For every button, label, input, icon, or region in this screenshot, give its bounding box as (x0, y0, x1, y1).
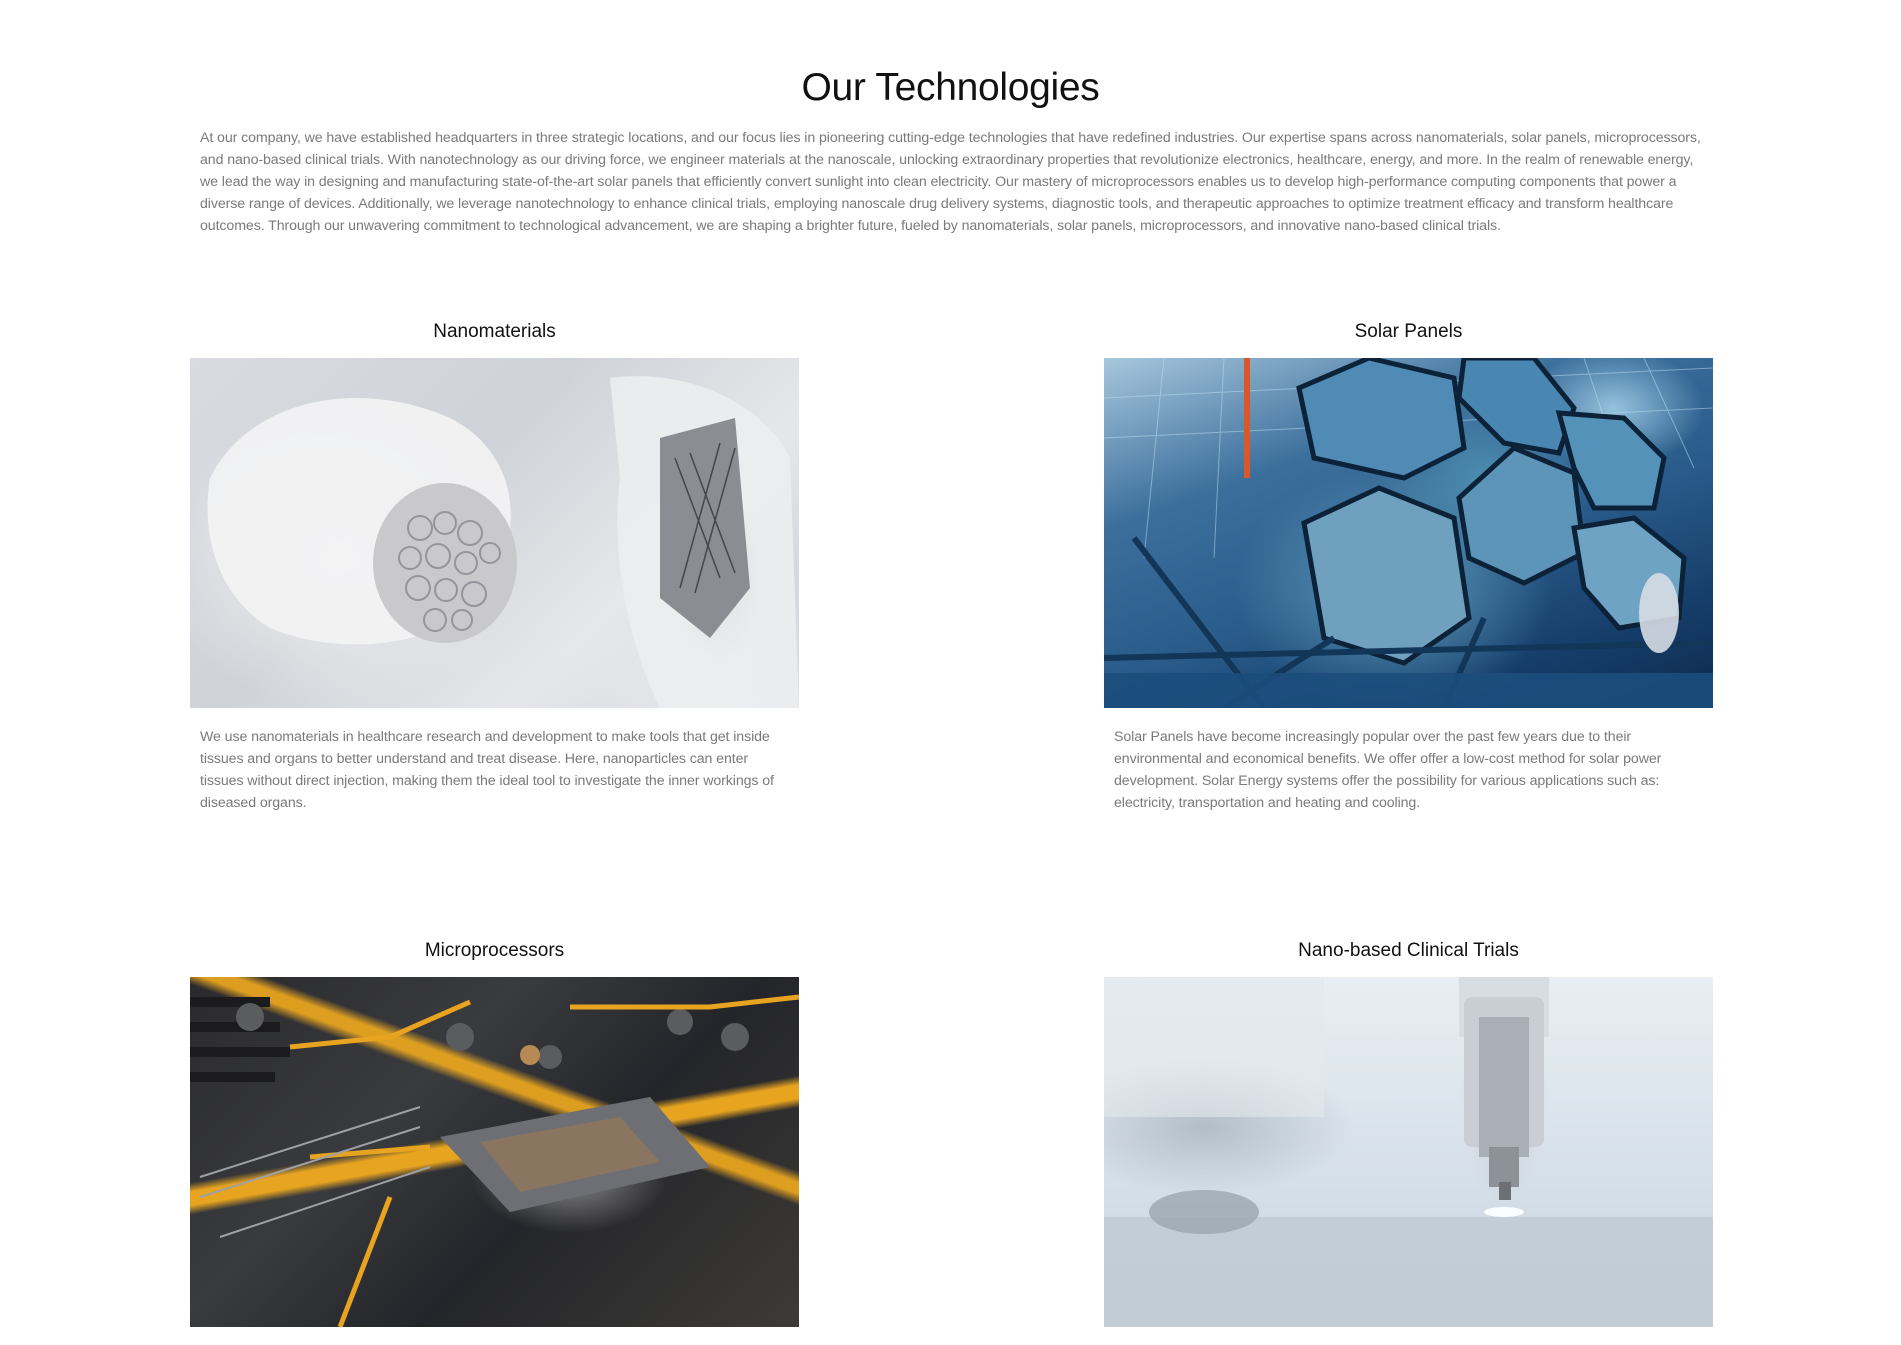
technology-title: Nano-based Clinical Trials (1298, 940, 1519, 961)
technology-card-microprocessors: Microprocessors (190, 936, 799, 1345)
solar-panels-illustration (1104, 358, 1713, 708)
intro-paragraph: At our company, we have established head… (200, 130, 1701, 235)
technology-description: Solar Panels have become increasingly po… (1114, 729, 1662, 811)
technology-card-nano-based-clinical-trials: Nano-based Clinical Trials (1104, 936, 1713, 1345)
technology-title: Microprocessors (424, 940, 565, 961)
technology-card-solar-panels: Solar Panels Solar Panels have become in… (1104, 317, 1713, 814)
clinical-trials-image (1104, 977, 1713, 1327)
microprocessors-image (190, 977, 799, 1327)
technology-description (190, 1327, 799, 1345)
technology-description (1104, 1327, 1713, 1345)
nanomaterials-image (190, 358, 799, 708)
clinical-trials-illustration (1104, 977, 1713, 1327)
technology-card-nanomaterials: Nanomaterials We use nanomaterials in he… (190, 317, 799, 814)
solar-panels-image (1104, 358, 1713, 708)
page-title: Our Technologies (801, 66, 1100, 110)
nanomaterials-illustration (207, 376, 799, 708)
technology-description: We use nanomaterials in healthcare resea… (200, 729, 774, 811)
technology-title: Solar Panels (1354, 321, 1463, 342)
microprocessors-illustration (190, 994, 799, 1327)
technology-title: Nanomaterials (433, 321, 556, 342)
